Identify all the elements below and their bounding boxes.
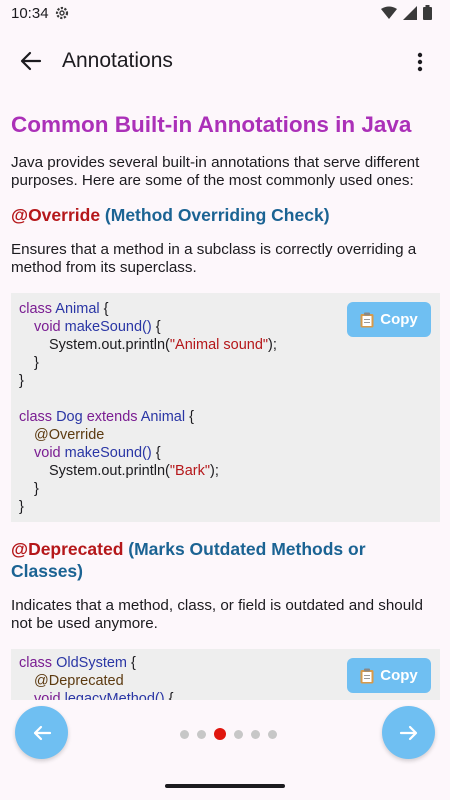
- copy-label: Copy: [380, 667, 418, 684]
- bottom-navigation: [0, 700, 450, 800]
- code-line: void makeSound() {: [34, 319, 161, 335]
- code-line: class Dog extends Animal {: [19, 409, 194, 425]
- code-line: class Animal {: [19, 301, 109, 317]
- battery-icon: [423, 5, 432, 20]
- description-line: Ensures that a method in a subclass is c…: [11, 241, 417, 258]
- page-dot: [180, 729, 189, 739]
- settings-gear-icon: [55, 6, 69, 20]
- previous-page-button[interactable]: [15, 706, 68, 759]
- arrow-back-icon: [20, 51, 42, 71]
- description-line: not be used anymore.: [11, 615, 158, 632]
- page-dot-active: [214, 728, 226, 740]
- deprecated-annotation: @Deprecated: [11, 539, 124, 559]
- code-line: @Deprecated: [34, 673, 124, 689]
- page-title: Annotations: [62, 49, 173, 72]
- page-dot: [268, 729, 277, 739]
- description-line: method from its superclass.: [11, 259, 197, 276]
- copy-label: Copy: [380, 311, 418, 328]
- page-dot: [234, 729, 243, 739]
- page-indicator: [180, 728, 277, 740]
- section-heading: Common Built-in Annotations in Java: [11, 112, 412, 137]
- arrow-right-icon: [399, 725, 417, 740]
- description-line: Indicates that a method, class, or field…: [11, 597, 424, 614]
- override-description: Ensures that a method in a subclass is c…: [11, 241, 436, 277]
- override-code-block: class Animal { void makeSound() { System…: [11, 293, 440, 522]
- wifi-icon: [381, 6, 397, 19]
- arrow-left-icon: [33, 725, 51, 740]
- clipboard-icon: [360, 668, 374, 683]
- code-line: void makeSound() {: [34, 445, 161, 461]
- intro-text: Java provides several built-in annotatio…: [11, 154, 436, 190]
- deprecated-heading: @Deprecated (Marks Outdated Methods or C…: [11, 538, 431, 582]
- status-bar: 10:34: [0, 0, 450, 28]
- code-line: @Override: [34, 427, 105, 443]
- code-line: System.out.println("Animal sound");: [49, 337, 277, 353]
- back-button[interactable]: [16, 46, 46, 76]
- deprecated-title-cont: Classes): [11, 561, 83, 581]
- app-bar: Annotations: [0, 28, 450, 94]
- code-line: void legacyMethod() {: [34, 691, 174, 700]
- code-line: }: [19, 373, 24, 389]
- deprecated-code-block: class OldSystem { @Deprecated void legac…: [11, 649, 440, 700]
- override-annotation: @Override: [11, 205, 101, 225]
- next-page-button[interactable]: [382, 706, 435, 759]
- status-time: 10:34: [11, 5, 49, 22]
- more-vert-icon: [417, 52, 423, 72]
- status-icons: [381, 5, 432, 20]
- page-dot: [197, 729, 206, 739]
- page-dot: [251, 729, 260, 739]
- deprecated-description: Indicates that a method, class, or field…: [11, 597, 436, 633]
- deprecated-title: (Marks Outdated Methods or: [128, 539, 366, 559]
- more-options-button[interactable]: [410, 48, 430, 76]
- code-line: class OldSystem {: [19, 655, 136, 671]
- intro-line: purposes. Here are some of the most comm…: [11, 172, 414, 189]
- intro-line: Java provides several built-in annotatio…: [11, 154, 420, 171]
- clipboard-icon: [360, 312, 374, 327]
- code-line: }: [19, 499, 24, 515]
- override-heading: @Override (Method Overriding Check): [11, 204, 431, 226]
- copy-button[interactable]: Copy: [347, 302, 431, 337]
- code-line: System.out.println("Bark");: [49, 463, 219, 479]
- override-title: (Method Overriding Check): [104, 205, 330, 225]
- lesson-content[interactable]: Common Built-in Annotations in Java Java…: [11, 100, 441, 700]
- copy-button[interactable]: Copy: [347, 658, 431, 693]
- code-line: }: [34, 355, 39, 371]
- home-indicator[interactable]: [165, 784, 285, 788]
- code-line: }: [34, 481, 39, 497]
- signal-icon: [403, 5, 417, 20]
